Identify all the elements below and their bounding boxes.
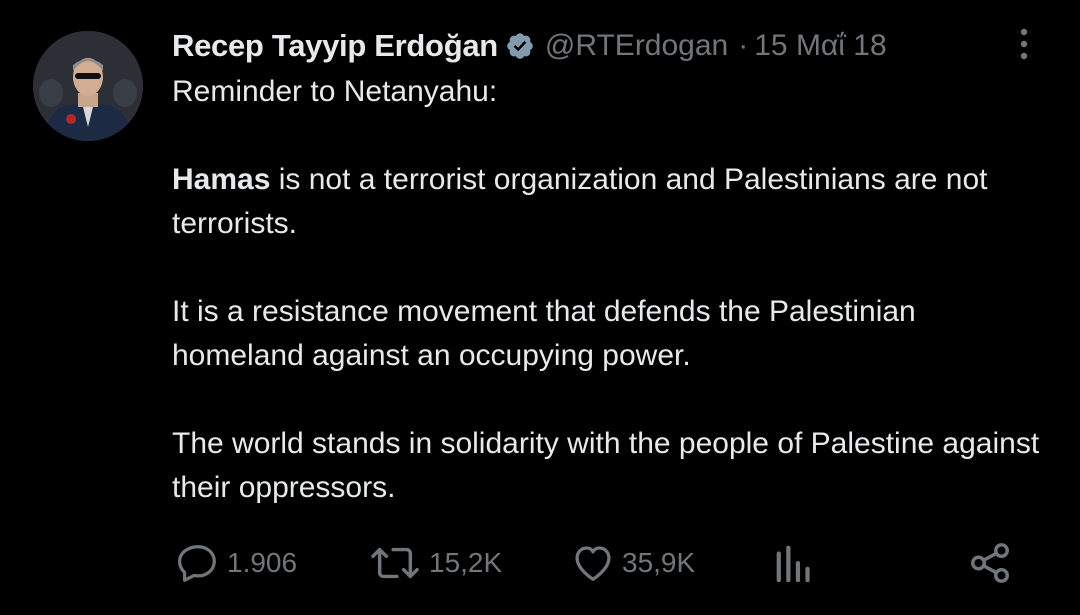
views-button[interactable] <box>772 538 812 588</box>
avatar-image <box>33 31 143 141</box>
bold-word: Hamas <box>172 163 271 196</box>
avatar[interactable] <box>33 31 143 141</box>
retweet-button[interactable]: 15,2K <box>367 538 502 588</box>
share-button[interactable] <box>967 538 1013 588</box>
reply-count: 1.906 <box>227 547 298 578</box>
more-options-button[interactable] <box>1008 24 1040 64</box>
retweet-count: 15,2K <box>429 547 503 578</box>
more-vertical-icon <box>1020 28 1028 60</box>
author-name[interactable]: Recep Tayyip Erdoğan <box>172 28 498 64</box>
tweet-paragraph-3: It is a resistance movement that defends… <box>172 295 925 372</box>
tweet-paragraph-1: Reminder to Netanyahu: <box>172 75 498 108</box>
like-count: 35,9K <box>622 547 696 578</box>
tweet-paragraph-4: The world stands in solidarity with the … <box>172 427 1048 504</box>
share-icon <box>971 543 1009 583</box>
tweet-paragraph-2-rest: is not a terrorist organization and Pale… <box>172 163 996 240</box>
tweet-header: Recep Tayyip Erdoğan @RTErdogan · 15 Μαΐ… <box>172 24 887 68</box>
tweet: Recep Tayyip Erdoğan @RTErdogan · 15 Μαΐ… <box>0 0 1080 615</box>
tweet-paragraph-2: Hamas is not a terrorist organization an… <box>172 158 1052 246</box>
verified-badge-icon[interactable] <box>505 31 535 61</box>
tweet-date[interactable]: 15 Μαΐ 18 <box>754 29 886 63</box>
tweet-text: Reminder to Netanyahu: Hamas is not a te… <box>172 70 1052 510</box>
reply-icon <box>177 545 216 582</box>
author-handle[interactable]: @RTErdogan <box>545 29 728 63</box>
heart-icon <box>575 546 611 581</box>
retweet-icon <box>371 547 419 579</box>
views-chart-icon <box>776 545 810 583</box>
header-separator: · <box>738 29 749 62</box>
reply-button[interactable]: 1.906 <box>175 538 297 588</box>
action-bar: 1.906 15,2K 35,9K <box>172 538 1032 588</box>
like-button[interactable]: 35,9K <box>570 538 695 588</box>
